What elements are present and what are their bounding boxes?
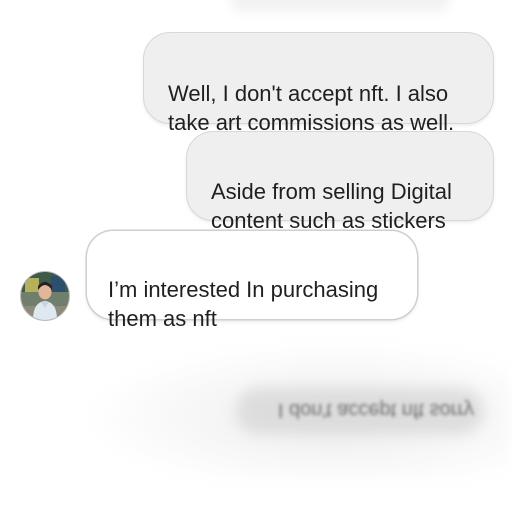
message-text: Aside from selling Digital content such … [211, 179, 452, 233]
mirrored-reflection: I don't accept nft sorry [236, 388, 484, 434]
blurred-previous-message [230, 0, 450, 12]
message-text: Well, I don't accept nft. I also take ar… [168, 81, 455, 135]
sent-message-bubble[interactable]: Aside from selling Digital content such … [187, 132, 493, 233]
contact-avatar[interactable] [21, 272, 69, 320]
received-message-bubble[interactable]: I’m interested In purchasing them as nft [87, 231, 417, 331]
sent-message-bubble[interactable]: Well, I don't accept nft. I also take ar… [144, 33, 493, 135]
reflection-text: I don't accept nft sorry [277, 399, 474, 421]
avatar-photo-icon [21, 272, 69, 320]
chat-thread: Well, I don't accept nft. I also take ar… [0, 0, 512, 512]
message-text: I’m interested In purchasing them as nft [108, 277, 379, 331]
